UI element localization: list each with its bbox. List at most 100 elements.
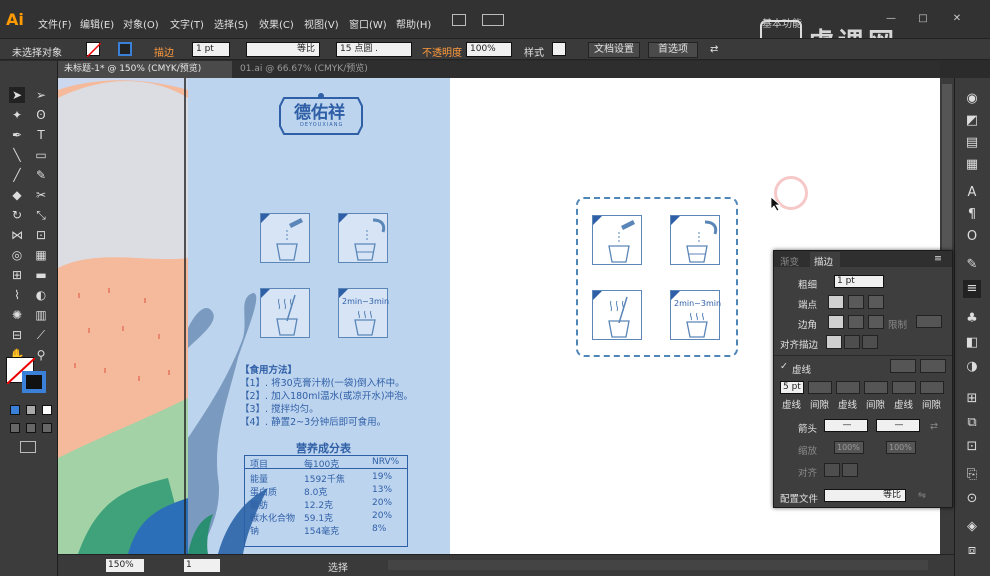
menu-file[interactable]: 文件(F) [38,16,72,31]
menu-window[interactable]: 窗口(W) [349,16,387,31]
rotate-tool-icon[interactable]: ↻ [9,207,25,223]
symbol-sprayer-tool-icon[interactable]: ✺ [9,307,25,323]
document-setup-button[interactable]: 文档设置 [588,42,640,58]
symbols-icon[interactable]: ♣ [963,310,981,328]
dash-3-input[interactable] [892,381,916,394]
gradient-mode-icon[interactable] [26,405,36,415]
image-trace-icon[interactable]: ⊙ [963,490,981,508]
menu-effect[interactable]: 效果(C) [259,16,294,31]
screen-mode-icon[interactable] [20,441,36,453]
preferences-button[interactable]: 首选项 [648,42,698,58]
fill-swatch-icon[interactable] [86,42,101,57]
shape-builder-tool-icon[interactable]: ◎ [9,247,25,263]
round-cap-button[interactable] [848,295,864,309]
round-join-button[interactable] [848,315,864,329]
preserve-dash-button[interactable] [890,359,916,373]
end-scale-input[interactable]: 100% [886,441,916,454]
style-swatch[interactable] [552,42,566,56]
restore-button[interactable]: □ [912,13,934,27]
artboard-tool-icon[interactable]: ⊟ [9,327,25,343]
miter-join-button[interactable] [828,315,844,329]
draw-inside-icon[interactable] [42,423,52,433]
horizontal-scrollbar[interactable] [388,560,928,570]
gap-2-input[interactable] [864,381,888,394]
layers-icon[interactable]: ◈ [963,518,981,536]
color-guide-icon[interactable]: ◩ [963,112,981,130]
bevel-join-button[interactable] [868,315,884,329]
arrange-icon[interactable]: ⇄ [710,44,718,55]
perspective-grid-tool-icon[interactable]: ▦ [33,247,49,263]
eyedropper-tool-icon[interactable]: ⌇ [9,287,25,303]
scale-tool-icon[interactable]: ⤡ [33,207,49,223]
align-inside-button[interactable] [844,335,860,349]
opacity-label[interactable]: 不透明度 [422,44,462,59]
tab-untitled[interactable]: 未标题-1* @ 150% (CMYK/预览) [58,61,232,78]
swatches-icon[interactable]: ▤ [963,134,981,152]
step-3-icon-copy[interactable] [592,290,642,340]
selection-tool-icon[interactable]: ➤ [9,87,25,103]
start-arrow-select[interactable]: — [824,419,868,432]
mesh-tool-icon[interactable]: ⊞ [9,267,25,283]
blend-tool-icon[interactable]: ◐ [33,287,49,303]
stroke-panel-icon[interactable]: ≡ [963,280,981,298]
stroke-weight-field[interactable]: 1 pt [192,42,230,57]
dash-1-input[interactable]: 5 pt [780,381,804,394]
menu-type[interactable]: 文字(T) [170,16,204,31]
stroke-swatch-icon[interactable] [118,42,132,56]
color-mode-icon[interactable] [10,405,20,415]
stroke-label[interactable]: 描边 [154,44,174,59]
zoom-select[interactable]: 150% [106,559,144,572]
opentype-icon[interactable]: O [963,228,981,246]
type-tool-icon[interactable]: T [33,127,49,143]
menu-object[interactable]: 对象(O) [123,16,159,31]
end-arrow-select[interactable]: — [876,419,920,432]
opacity-field[interactable]: 100% [466,42,512,57]
line-tool-icon[interactable]: ╲ [9,147,25,163]
stroke-color-icon[interactable] [22,371,46,393]
transform-icon[interactable]: ⊡ [963,438,981,456]
slice-tool-icon[interactable]: ⟋ [33,327,49,343]
menu-select[interactable]: 选择(S) [214,16,248,31]
panel-menu-icon[interactable]: ≡ [934,253,942,264]
tab-gradient[interactable]: 渐变 [780,254,799,268]
step-1-icon-copy[interactable] [592,215,642,265]
tab-01ai[interactable]: 01.ai @ 66.67% (CMYK/预览) [234,61,414,78]
artboards-icon[interactable]: ⧈ [963,542,981,560]
character-icon[interactable]: A [963,184,981,202]
pencil-tool-icon[interactable]: ✎ [33,167,49,183]
direct-selection-tool-icon[interactable]: ➢ [33,87,49,103]
align-center-button[interactable] [826,335,842,349]
align-icon[interactable]: ⊞ [963,390,981,408]
align-dash-button[interactable] [920,359,946,373]
brush-definition[interactable]: 15 点圆 . [336,42,412,57]
dashed-checkbox[interactable]: ✓ [780,361,788,372]
menu-edit[interactable]: 编辑(E) [80,16,114,31]
color-panel-icon[interactable]: ◉ [963,90,981,108]
artboard-navigator[interactable]: 1 [184,559,220,572]
paragraph-icon[interactable]: ¶ [963,206,981,224]
flip-profile-icon[interactable]: ⇋ [918,490,926,501]
blob-brush-tool-icon[interactable]: ◆ [9,187,25,203]
close-button[interactable]: ✕ [946,13,968,27]
menu-help[interactable]: 帮助(H) [396,16,431,31]
none-mode-icon[interactable] [42,405,52,415]
arrange-documents-icon[interactable] [482,14,504,26]
width-tool-icon[interactable]: ⋈ [9,227,25,243]
start-scale-input[interactable]: 100% [834,441,864,454]
stroke-weight-input[interactable]: 1 pt [834,275,884,288]
miter-limit-input[interactable] [916,315,942,328]
gap-1-input[interactable] [808,381,832,394]
paintbrush-tool-icon[interactable]: ╱ [9,167,25,183]
step-4-icon-copy[interactable]: 2min~3min [670,290,721,340]
menu-view[interactable]: 视图(V) [304,16,339,31]
profile-select[interactable]: 等比 [824,489,906,502]
zoom-tool-icon[interactable]: ⚲ [33,347,49,363]
graphic-styles-icon[interactable]: ◧ [963,334,981,352]
rectangle-tool-icon[interactable]: ▭ [33,147,49,163]
links-icon[interactable]: ⎘ [963,466,981,484]
lasso-tool-icon[interactable]: ʘ [33,107,49,123]
pathfinder-icon[interactable]: ⧉ [963,414,981,432]
draw-behind-icon[interactable] [26,423,36,433]
pen-tool-icon[interactable]: ✒ [9,127,25,143]
butt-cap-button[interactable] [828,295,844,309]
